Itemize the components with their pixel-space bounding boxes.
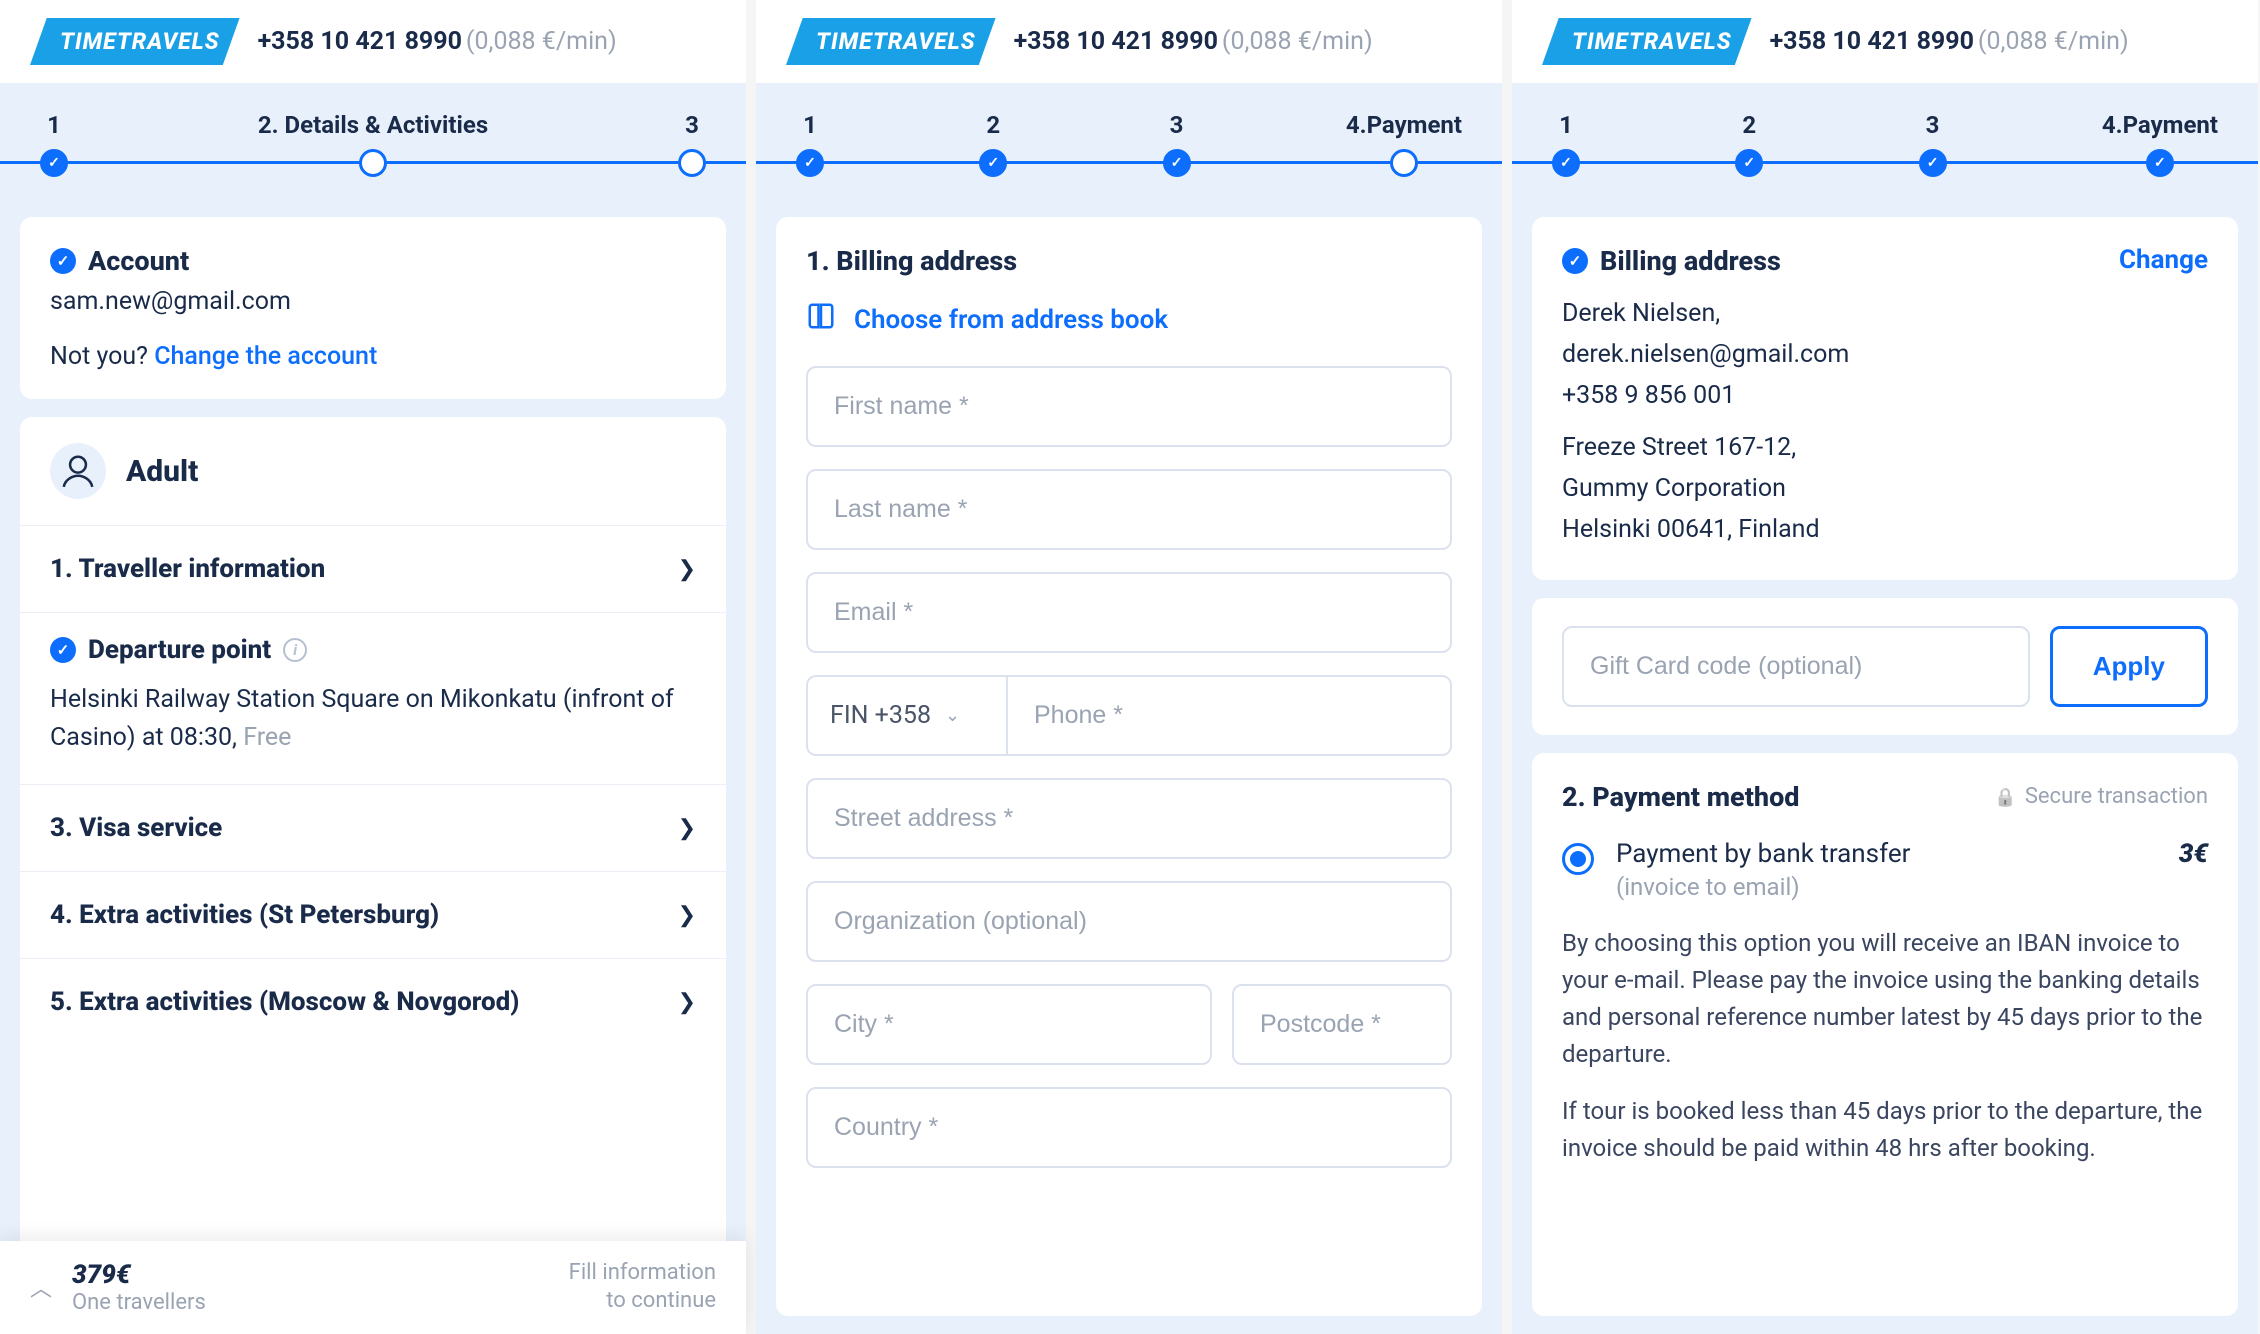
phone-block: +358 10 421 8990 (0,088 €/min) — [1014, 27, 1373, 56]
expand-icon[interactable]: ︿ — [30, 1271, 52, 1303]
brand-logo[interactable]: TIMETRAVELS — [30, 18, 240, 65]
adult-title: Adult — [126, 454, 198, 489]
phone-rate: (0,088 €/min) — [1978, 27, 2129, 56]
brand-logo[interactable]: TIMETRAVELS — [1542, 18, 1752, 65]
progress-bar: 1 2 3 4.Payment — [756, 83, 1502, 217]
screen-billing-form: TIMETRAVELS +358 10 421 8990 (0,088 €/mi… — [756, 0, 1502, 1334]
adult-card: Adult 1. Traveller information ❯ Departu… — [20, 417, 726, 1334]
progress-bar: 1 2. Details & Activities 3 — [0, 83, 746, 217]
account-change-row: Not you? Change the account — [50, 342, 696, 371]
phone-number[interactable]: +358 10 421 8990 — [1770, 27, 1974, 56]
check-icon — [1562, 248, 1588, 274]
info-icon[interactable]: i — [283, 638, 307, 662]
billing-details: Derek Nielsen, derek.nielsen@gmail.com +… — [1562, 295, 2208, 550]
chevron-right-icon: ❯ — [678, 557, 696, 582]
step-2[interactable]: 2. Details & Activities — [258, 111, 488, 177]
billing-title: 1. Billing address — [806, 245, 1452, 277]
first-name-input[interactable] — [806, 366, 1452, 447]
phone-rate: (0,088 €/min) — [1222, 27, 1373, 56]
check-icon — [50, 248, 76, 274]
city-input[interactable] — [806, 984, 1212, 1065]
row-visa[interactable]: 3. Visa service ❯ — [20, 784, 726, 871]
footer-bar: ︿ 379€ One travellers Fill information t… — [0, 1241, 746, 1334]
payment-description: By choosing this option you will receive… — [1562, 925, 2208, 1168]
screen-payment: TIMETRAVELS +358 10 421 8990 (0,088 €/mi… — [1512, 0, 2258, 1334]
country-input[interactable] — [806, 1087, 1452, 1168]
gift-card: Apply — [1532, 598, 2238, 735]
departure-free: Free — [243, 723, 291, 752]
payment-option-bank[interactable]: Payment by bank transfer (invoice to ema… — [1562, 839, 2208, 901]
organization-input[interactable] — [806, 881, 1452, 962]
brand-logo[interactable]: TIMETRAVELS — [786, 18, 996, 65]
departure-title: Departure point — [88, 635, 271, 665]
step-2[interactable]: 2 — [979, 111, 1007, 177]
step-3[interactable]: 3 — [1163, 111, 1191, 177]
row-departure: Departure point i Helsinki Railway Stati… — [20, 612, 726, 784]
radio-icon — [1562, 843, 1594, 875]
account-title: Account — [88, 245, 189, 277]
payment-fee: 3€ — [2179, 839, 2208, 869]
chevron-down-icon: ⌄ — [945, 705, 960, 726]
departure-text: Helsinki Railway Station Square on Mikon… — [50, 685, 674, 752]
header: TIMETRAVELS +358 10 421 8990 (0,088 €/mi… — [1512, 0, 2258, 83]
step-4[interactable]: 4.Payment — [2102, 111, 2218, 177]
apply-button[interactable]: Apply — [2050, 626, 2208, 707]
email-input[interactable] — [806, 572, 1452, 653]
chevron-right-icon: ❯ — [678, 816, 696, 841]
step-3[interactable]: 3 — [678, 111, 706, 177]
account-email: sam.new@gmail.com — [50, 287, 696, 316]
screen-details: TIMETRAVELS +358 10 421 8990 (0,088 €/mi… — [0, 0, 746, 1334]
chevron-right-icon: ❯ — [678, 990, 696, 1015]
row-extra-spb[interactable]: 4. Extra activities (St Petersburg) ❯ — [20, 871, 726, 958]
payment-method-card: 2. Payment method Secure transaction Pay… — [1532, 753, 2238, 1317]
phone-number[interactable]: +358 10 421 8990 — [258, 27, 462, 56]
phone-rate: (0,088 €/min) — [466, 27, 617, 56]
lock-icon — [1994, 784, 2016, 809]
book-icon — [806, 301, 836, 338]
street-input[interactable] — [806, 778, 1452, 859]
billing-form-card: 1. Billing address Choose from address b… — [776, 217, 1482, 1316]
phone-input[interactable] — [1006, 675, 1452, 756]
payment-title: 2. Payment method — [1562, 781, 1800, 813]
step-2[interactable]: 2 — [1735, 111, 1763, 177]
header: TIMETRAVELS +358 10 421 8990 (0,088 €/mi… — [756, 0, 1502, 83]
travellers-count: One travellers — [72, 1290, 206, 1315]
phone-number[interactable]: +358 10 421 8990 — [1014, 27, 1218, 56]
continue-hint: Fill information to continue — [569, 1259, 716, 1316]
row-traveller-info[interactable]: 1. Traveller information ❯ — [20, 525, 726, 612]
gift-code-input[interactable] — [1562, 626, 2030, 707]
progress-bar: 1 2 3 4.Payment — [1512, 83, 2258, 217]
step-1[interactable]: 1 — [40, 111, 68, 177]
account-card: Account sam.new@gmail.com Not you? Chang… — [20, 217, 726, 399]
step-1[interactable]: 1 — [1552, 111, 1580, 177]
phone-prefix-select[interactable]: FIN +358 ⌄ — [806, 675, 1006, 756]
header: TIMETRAVELS +358 10 421 8990 (0,088 €/mi… — [0, 0, 746, 83]
last-name-input[interactable] — [806, 469, 1452, 550]
row-extra-mn[interactable]: 5. Extra activities (Moscow & Novgorod) … — [20, 958, 726, 1045]
total-price: 379€ — [72, 1260, 206, 1290]
secure-badge: Secure transaction — [1994, 784, 2208, 809]
change-account-link[interactable]: Change the account — [154, 342, 377, 371]
step-1[interactable]: 1 — [796, 111, 824, 177]
step-3[interactable]: 3 — [1919, 111, 1947, 177]
chevron-right-icon: ❯ — [678, 903, 696, 928]
step-4[interactable]: 4.Payment — [1346, 111, 1462, 177]
phone-block: +358 10 421 8990 (0,088 €/min) — [258, 27, 617, 56]
postcode-input[interactable] — [1232, 984, 1452, 1065]
billing-summary-card: Billing address Change Derek Nielsen, de… — [1532, 217, 2238, 580]
phone-block: +358 10 421 8990 (0,088 €/min) — [1770, 27, 2129, 56]
check-icon — [50, 637, 76, 663]
address-book-link[interactable]: Choose from address book — [806, 301, 1452, 338]
change-billing-link[interactable]: Change — [2119, 245, 2208, 275]
billing-title: Billing address — [1600, 245, 1781, 277]
avatar-icon — [50, 443, 106, 499]
